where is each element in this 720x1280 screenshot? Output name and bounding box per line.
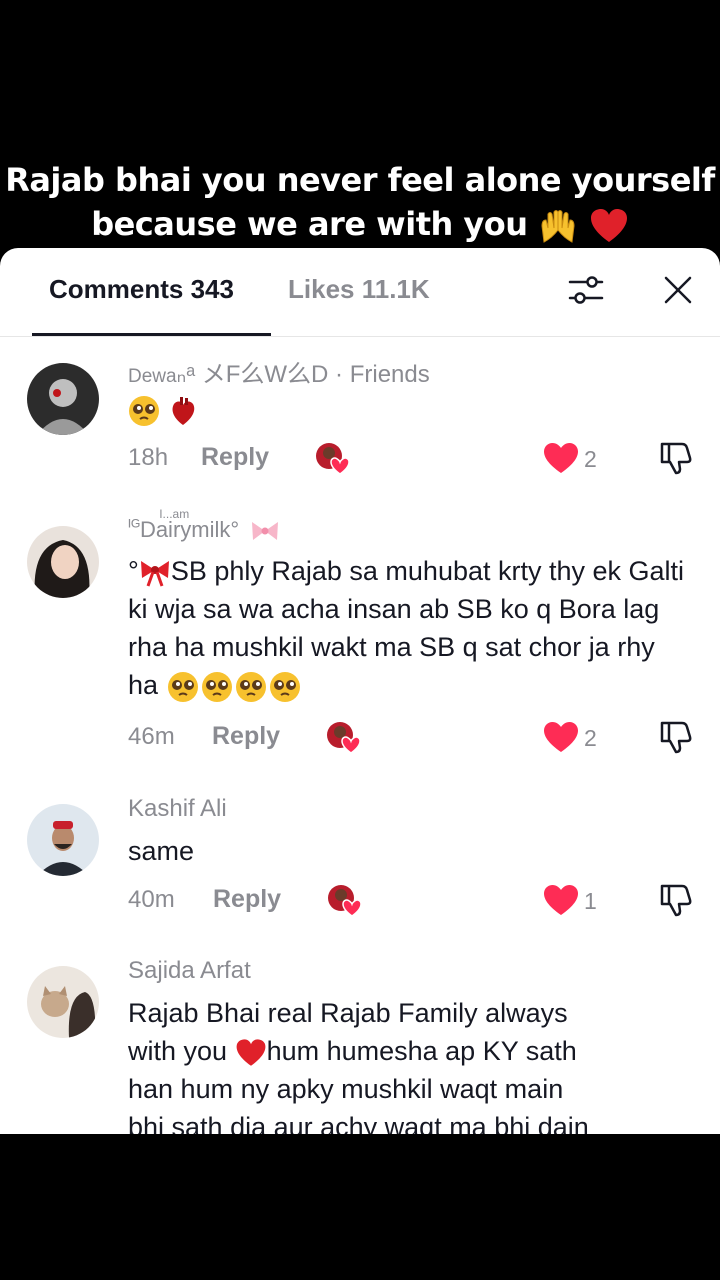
- heart-icon[interactable]: [543, 442, 579, 474]
- comment-text: [128, 390, 688, 428]
- comment-time: 40m: [128, 886, 175, 913]
- comment-author[interactable]: Sajida Arfat: [128, 957, 251, 985]
- comments-sheet: Comments 343 Likes 11.1K Dewaₙᵃ メF么W么D ·…: [0, 248, 720, 1134]
- author-prefix: ᴵᴳ: [128, 516, 140, 536]
- comment-time: 46m: [128, 723, 175, 750]
- creator-liked-icon: [328, 885, 362, 917]
- pleading-face-emoji-icon: [269, 671, 300, 702]
- comment-author[interactable]: ᴵᴳDairymilk°I...am: [128, 507, 280, 544]
- comments-tab-bar: Comments 343 Likes 11.1K: [0, 248, 720, 337]
- caption-line-2-text: because we are with you: [91, 205, 528, 243]
- anatomical-heart-emoji-icon: [172, 396, 194, 425]
- author-name-decor: ₙᵃ メF么W么D: [176, 361, 329, 388]
- avatar[interactable]: [27, 363, 99, 435]
- tab-comments[interactable]: Comments 343: [49, 274, 234, 305]
- like-count: 2: [584, 446, 597, 472]
- thumbs-down-icon[interactable]: [658, 719, 694, 755]
- pleading-face-emoji-icon: [129, 395, 159, 426]
- tab-likes[interactable]: Likes 11.1K: [288, 274, 430, 305]
- heart-icon[interactable]: [543, 884, 579, 916]
- comment-text-prefix: °: [128, 556, 139, 586]
- avatar[interactable]: [27, 966, 99, 1038]
- like-count: 2: [584, 725, 597, 751]
- bottom-black-bar: [0, 1134, 720, 1280]
- reply-button[interactable]: Reply: [213, 885, 281, 914]
- pleading-face-emoji-icon: [235, 671, 266, 702]
- heart-icon[interactable]: [543, 721, 579, 753]
- avatar[interactable]: [27, 526, 99, 598]
- comment-text: same: [128, 836, 195, 866]
- close-icon[interactable]: [658, 270, 698, 310]
- active-tab-indicator: [32, 333, 271, 336]
- comment-item: Sajida Arfat Rajab Bhai real Rajab Famil…: [0, 952, 720, 1134]
- comment-item: Kashif Ali same 40m Reply 1: [0, 790, 720, 930]
- comment-text-line: with you hum humesha ap KY sath: [128, 1032, 688, 1070]
- avatar[interactable]: [27, 804, 99, 876]
- comment-text-line: bhi sath dia aur achy waqt ma bhi dain: [128, 1112, 589, 1134]
- thumbs-down-icon[interactable]: [658, 440, 694, 476]
- video-caption: Rajab bhai you never feel alone yourself…: [0, 158, 720, 246]
- comment-author[interactable]: Kashif Ali: [128, 795, 227, 823]
- pleading-face-emoji-icon: [167, 671, 198, 702]
- caption-line-2: because we are with you: [0, 202, 720, 246]
- like-count: 1: [584, 888, 597, 914]
- comment-text: Rajab Bhai real Rajab Family always with…: [128, 994, 688, 1134]
- comment-item: ᴵᴳDairymilk°I...am ° SB phly Rajab sa mu…: [0, 507, 720, 768]
- comment-text-line: han hum ny apky mushkil waqt main: [128, 1074, 564, 1104]
- comment-text-part: with you: [128, 1036, 235, 1066]
- sliders-icon[interactable]: [566, 270, 606, 310]
- comment-time: 18h: [128, 444, 169, 471]
- comment-author[interactable]: Dewaₙᵃ メF么W么D · Friends: [128, 354, 430, 389]
- comment-item: Dewaₙᵃ メF么W么D · Friends 18h Reply 2: [0, 348, 720, 498]
- comment-text-part: hum humesha ap KY sath: [266, 1036, 577, 1066]
- red-heart-emoji-icon: [236, 1039, 265, 1066]
- creator-liked-icon: [327, 722, 361, 754]
- pleading-face-emoji-icon: [201, 671, 232, 702]
- comment-text: ° SB phly Rajab sa muhubat krty thy ek G…: [128, 552, 688, 704]
- bow-emoji-icon: [251, 521, 278, 540]
- red-bow-emoji-icon: [140, 560, 169, 587]
- thumbs-down-icon[interactable]: [658, 882, 694, 918]
- reply-button[interactable]: Reply: [212, 722, 280, 751]
- raising-hands-emoji-icon: [541, 210, 575, 243]
- author-name: Dairymilk°: [139, 517, 240, 542]
- author-relation: · Friends: [328, 361, 430, 388]
- emoji-group: [158, 670, 302, 702]
- comment-text-line: Rajab Bhai real Rajab Family always: [128, 998, 568, 1028]
- reply-button[interactable]: Reply: [201, 443, 269, 472]
- author-name: Dewa: [128, 366, 177, 387]
- creator-liked-icon: [316, 443, 350, 475]
- author-name-sup: I...am: [159, 507, 190, 521]
- red-heart-emoji-icon: [590, 209, 627, 242]
- caption-line-1: Rajab bhai you never feel alone yourself: [5, 161, 715, 199]
